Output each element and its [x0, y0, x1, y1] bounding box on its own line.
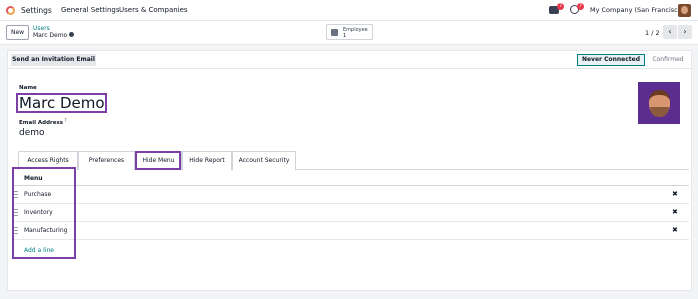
user-photo[interactable] [638, 82, 680, 124]
breadcrumb-users[interactable]: Users [33, 25, 50, 32]
company-switcher[interactable]: My Company (San Francisco) [590, 6, 684, 14]
chat-count-badge: 7 [557, 3, 564, 10]
name-label: Name [19, 85, 37, 91]
table-highlight-box [12, 167, 76, 259]
user-avatar[interactable] [678, 4, 691, 17]
tab-highlight-box [135, 151, 181, 170]
control-panel: New Users Marc Demo Employee 1 1 / 2 ‹ › [0, 21, 698, 45]
table-row[interactable]: Manufacturing ✖ [12, 222, 689, 240]
pager-value[interactable]: 1 / 2 [645, 29, 660, 37]
form-sheet: Send an Invitation Email Never Connected… [7, 50, 692, 291]
notebook-tabs: Access Rights Preferences Hide Menu Hide… [18, 151, 689, 170]
name-highlight-box [16, 93, 107, 113]
email-label: Email Address [19, 120, 64, 126]
breadcrumb-current: Marc Demo [33, 32, 75, 39]
gear-icon[interactable] [69, 32, 75, 37]
tab-hide-report[interactable]: Hide Report [182, 151, 232, 170]
menu-general-settings[interactable]: General Settings [61, 6, 120, 14]
status-bar: Send an Invitation Email Never Connected… [8, 51, 691, 69]
delete-icon[interactable]: ✖ [672, 190, 678, 198]
chevron-left-icon[interactable]: ‹ [663, 25, 677, 39]
send-invitation-button[interactable]: Send an Invitation Email [11, 54, 96, 66]
users-icon [331, 29, 338, 36]
top-navbar: Settings General Settings Users & Compan… [0, 0, 698, 21]
table-row[interactable]: Purchase ✖ [12, 186, 689, 204]
tab-preferences[interactable]: Preferences [78, 151, 135, 170]
new-button[interactable]: New [6, 25, 29, 40]
email-field[interactable]: demo [19, 128, 45, 138]
delete-icon[interactable]: ✖ [672, 208, 678, 216]
chevron-right-icon[interactable]: › [678, 25, 692, 39]
beard-image [650, 107, 669, 117]
tab-account-security[interactable]: Account Security [232, 151, 296, 170]
smart-button-label: Employee [343, 27, 368, 33]
activity-count-badge: 7 [577, 3, 584, 10]
delete-icon[interactable]: ✖ [672, 226, 678, 234]
menu-users-companies[interactable]: Users & Companies [119, 6, 188, 14]
breadcrumb-current-label: Marc Demo [33, 32, 68, 39]
app-name[interactable]: Settings [21, 6, 52, 15]
smart-button-value: 1 [343, 33, 347, 39]
odoo-logo-icon[interactable] [6, 6, 15, 15]
table-row[interactable]: Inventory ✖ [12, 204, 689, 222]
help-icon[interactable]: ? [64, 118, 67, 124]
stage-confirmed: Confirmed [652, 56, 684, 63]
employee-smart-button[interactable]: Employee 1 [326, 24, 373, 40]
stage-never-connected: Never Connected [577, 54, 645, 66]
